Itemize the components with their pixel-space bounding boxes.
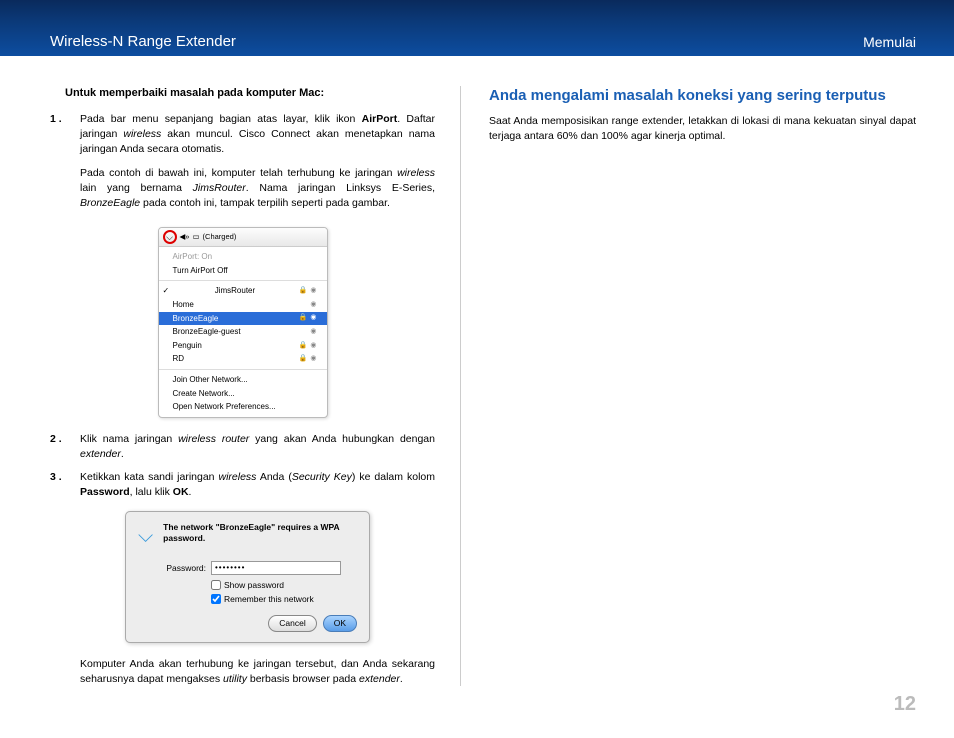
remember-network-label: Remember this network <box>224 593 314 605</box>
step1-p2: Pada contoh di bawah ini, komputer telah… <box>80 166 435 212</box>
signal-icon: ◉ <box>310 341 316 351</box>
create-network[interactable]: Create Network... <box>159 387 327 401</box>
ok-button[interactable]: OK <box>323 615 357 631</box>
password-input[interactable] <box>211 561 341 575</box>
step-3: 3 . Ketikkan kata sandi jaringan wireles… <box>50 470 435 500</box>
remember-network-checkbox[interactable] <box>211 594 221 604</box>
airport-icon-circled: ⌵ <box>163 230 177 244</box>
step3-body: Ketikkan kata sandi jaringan wireless An… <box>80 470 435 500</box>
step2-body: Klik nama jaringan wireless router yang … <box>80 432 435 462</box>
signal-icon: ◉ <box>310 300 316 310</box>
left-column: Untuk memperbaiki masalah pada komputer … <box>50 86 460 686</box>
password-dialog-screenshot: ⌵ The network "BronzeEagle" requires a W… <box>125 511 370 643</box>
join-other-network[interactable]: Join Other Network... <box>159 373 327 387</box>
content-area: Untuk memperbaiki masalah pada komputer … <box>0 56 954 686</box>
step-number: 2 . <box>50 432 80 462</box>
lock-icon: 🔒 <box>299 354 308 364</box>
network-bronzeeagle-guest[interactable]: BronzeEagle-guest◉ <box>159 325 327 339</box>
show-password-row[interactable]: Show password <box>211 579 357 591</box>
wifi-large-icon: ⌵ <box>138 522 153 551</box>
network-home[interactable]: Home◉ <box>159 298 327 312</box>
step-body: Pada bar menu sepanjang bagian atas laya… <box>80 112 435 219</box>
turn-airport-off[interactable]: Turn AirPort Off <box>159 264 327 278</box>
mac-fix-heading: Untuk memperbaiki masalah pada komputer … <box>65 86 435 102</box>
page-header: Wireless-N Range Extender Memulai <box>0 0 954 56</box>
lock-icon: 🔒 <box>299 313 308 323</box>
section-body: Saat Anda memposisikan range extender, l… <box>489 114 916 144</box>
cancel-button[interactable]: Cancel <box>268 615 316 631</box>
dialog-message: The network "BronzeEagle" requires a WPA… <box>163 522 357 551</box>
page-number: 12 <box>894 693 916 716</box>
signal-icon: ◉ <box>310 286 316 296</box>
section-title: Anda mengalami masalah koneksi yang seri… <box>489 86 916 106</box>
wifi-icon: ⌵ <box>166 231 173 244</box>
step-1: 1 . Pada bar menu sepanjang bagian atas … <box>50 112 435 219</box>
network-bronzeeagle[interactable]: BronzeEagle🔒◉ <box>159 312 327 326</box>
lock-icon: 🔒 <box>299 286 308 296</box>
signal-icon: ◉ <box>310 313 316 323</box>
password-label: Password: <box>156 562 206 574</box>
signal-icon: ◉ <box>310 327 316 337</box>
lock-icon: 🔒 <box>299 341 308 351</box>
battery-status: (Charged) <box>203 232 237 243</box>
menubar: ⌵ ◀» ▭ (Charged) <box>159 228 327 247</box>
signal-icon: ◉ <box>310 354 316 364</box>
header-title-right: Memulai <box>863 34 916 50</box>
show-password-checkbox[interactable] <box>211 580 221 590</box>
open-network-prefs[interactable]: Open Network Preferences... <box>159 400 327 414</box>
header-title-left: Wireless-N Range Extender <box>50 33 236 50</box>
airport-on-label: AirPort: On <box>159 250 327 264</box>
network-penguin[interactable]: Penguin🔒◉ <box>159 339 327 353</box>
closing-paragraph: Komputer Anda akan terhubung ke jaringan… <box>80 657 435 687</box>
remember-network-row[interactable]: Remember this network <box>211 593 357 605</box>
network-jimsrouter[interactable]: JimsRouter🔒◉ <box>159 284 327 298</box>
step-2: 2 . Klik nama jaringan wireless router y… <box>50 432 435 462</box>
show-password-label: Show password <box>224 579 284 591</box>
airport-menu-screenshot: ⌵ ◀» ▭ (Charged) AirPort: On Turn AirPor… <box>158 227 328 418</box>
battery-icon: ▭ <box>192 232 199 243</box>
sound-icon: ◀» <box>180 232 190 243</box>
network-rd[interactable]: RD🔒◉ <box>159 352 327 366</box>
step1-p1: Pada bar menu sepanjang bagian atas laya… <box>80 112 435 158</box>
step-number: 3 . <box>50 470 80 500</box>
step-number: 1 . <box>50 112 80 219</box>
right-column: Anda mengalami masalah koneksi yang seri… <box>461 86 916 686</box>
